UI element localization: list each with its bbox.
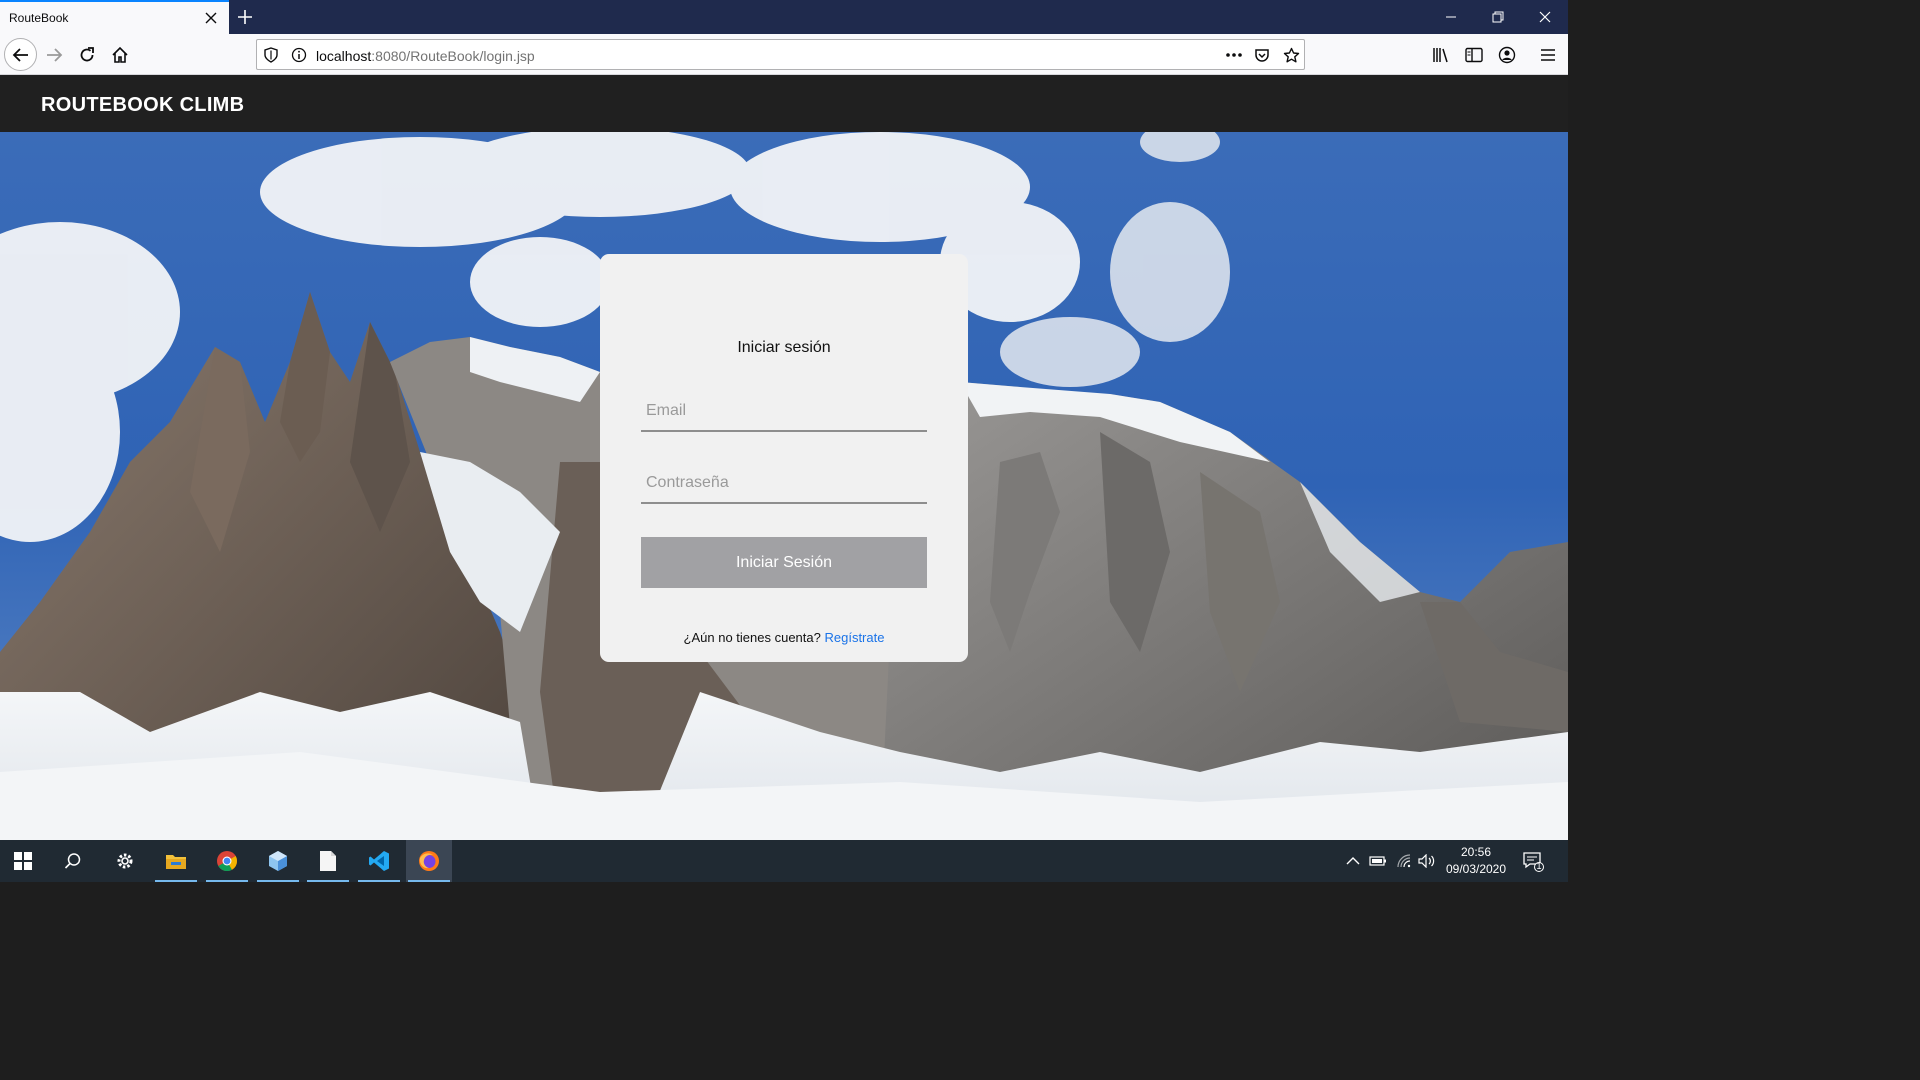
windows-taskbar: 20:56 09/03/2020 1 xyxy=(0,840,1568,882)
3d-viewer-icon xyxy=(269,851,287,871)
vscode-icon xyxy=(369,851,389,871)
reload-icon xyxy=(80,46,94,61)
login-title: Iniciar sesión xyxy=(737,339,831,356)
pocket-icon[interactable] xyxy=(1253,46,1271,64)
site-header: ROUTEBOOK CLIMB xyxy=(0,75,1568,132)
clock-time: 20:56 xyxy=(1460,845,1492,859)
notepad-icon xyxy=(320,851,336,871)
running-indicator xyxy=(155,880,197,882)
clock-date: 09/03/2020 xyxy=(1445,862,1507,876)
brand-name: ROUTEBOOK xyxy=(41,94,174,116)
forward-button[interactable] xyxy=(37,38,70,71)
register-prompt-text: ¿Aún no tienes cuenta? xyxy=(683,630,821,645)
show-hidden-icons-icon[interactable] xyxy=(1344,852,1362,870)
site-logo[interactable]: ROUTEBOOK CLIMB xyxy=(41,94,244,117)
running-indicator xyxy=(307,880,349,882)
close-tab-icon[interactable] xyxy=(202,9,220,27)
brand-suffix: CLIMB xyxy=(179,94,245,116)
page-actions-icon[interactable] xyxy=(1225,46,1243,64)
close-window-button[interactable] xyxy=(1522,0,1568,34)
restore-icon xyxy=(1492,11,1504,23)
firefox-icon xyxy=(419,851,439,871)
tab-strip: RouteBook xyxy=(0,0,1568,34)
tracking-protection-icon[interactable] xyxy=(262,46,280,64)
file-explorer-icon xyxy=(166,855,186,869)
register-link[interactable]: Regístrate xyxy=(824,630,884,645)
account-icon[interactable] xyxy=(1497,45,1517,65)
url-path: :8080/RouteBook/login.jsp xyxy=(371,48,535,64)
running-indicator xyxy=(257,880,299,882)
start-button[interactable] xyxy=(0,840,46,882)
tab-routebook[interactable]: RouteBook xyxy=(0,0,229,34)
start-icon xyxy=(14,852,32,870)
chrome-icon xyxy=(217,851,238,872)
taskbar-firefox[interactable] xyxy=(406,840,452,882)
running-indicator xyxy=(408,880,450,882)
taskbar-vscode[interactable] xyxy=(356,840,402,882)
taskbar-notepad[interactable] xyxy=(305,840,351,882)
taskbar-search-button[interactable] xyxy=(50,840,96,882)
restore-button[interactable] xyxy=(1475,0,1521,34)
running-indicator xyxy=(358,880,400,882)
sidebar-icon[interactable] xyxy=(1464,45,1484,65)
login-card: Iniciar sesión Iniciar Sesión ¿Aún no ti… xyxy=(600,254,968,662)
action-center-button[interactable]: 1 xyxy=(1522,850,1544,872)
address-bar[interactable]: localhost:8080/RouteBook/login.jsp xyxy=(256,39,1305,70)
site-info-icon[interactable] xyxy=(290,46,308,64)
arrow-right-icon xyxy=(46,47,62,62)
notification-count: 1 xyxy=(1536,861,1542,871)
settings-icon xyxy=(117,853,133,869)
taskbar-file-explorer[interactable] xyxy=(153,840,199,882)
new-tab-icon[interactable] xyxy=(234,6,256,28)
battery-icon[interactable] xyxy=(1369,852,1387,870)
url-host: localhost xyxy=(316,48,372,64)
page-viewport: ROUTEBOOK CLIMB Iniciar sesión Email Ini… xyxy=(0,75,1568,840)
navigation-toolbar: localhost:8080/RouteBook/login.jsp xyxy=(0,34,1568,75)
running-indicator xyxy=(206,880,248,882)
search-icon xyxy=(64,853,81,869)
minimize-icon xyxy=(1446,16,1456,18)
arrow-left-icon xyxy=(12,47,28,62)
home-button[interactable] xyxy=(103,38,136,71)
taskbar-chrome[interactable] xyxy=(204,840,250,882)
register-prompt: ¿Aún no tienes cuenta? Regístrate xyxy=(600,630,968,645)
home-icon xyxy=(111,46,128,63)
taskbar-3d-viewer[interactable] xyxy=(255,840,301,882)
url-text[interactable]: localhost:8080/RouteBook/login.jsp xyxy=(316,48,535,64)
back-button[interactable] xyxy=(4,38,37,71)
email-field[interactable] xyxy=(641,392,927,432)
bookmark-star-icon[interactable] xyxy=(1282,46,1300,64)
library-icon[interactable] xyxy=(1431,45,1451,65)
taskbar-settings[interactable] xyxy=(102,840,148,882)
tab-title: RouteBook xyxy=(9,11,69,25)
reload-button[interactable] xyxy=(70,38,103,71)
close-icon xyxy=(1539,11,1551,23)
menu-icon[interactable] xyxy=(1538,45,1558,65)
system-clock[interactable]: 20:56 09/03/2020 xyxy=(1436,844,1516,878)
wifi-icon[interactable] xyxy=(1395,852,1413,870)
password-field[interactable] xyxy=(641,464,927,504)
minimize-button[interactable] xyxy=(1428,0,1474,34)
login-submit-button[interactable]: Iniciar Sesión xyxy=(641,537,927,588)
volume-icon[interactable] xyxy=(1418,852,1436,870)
